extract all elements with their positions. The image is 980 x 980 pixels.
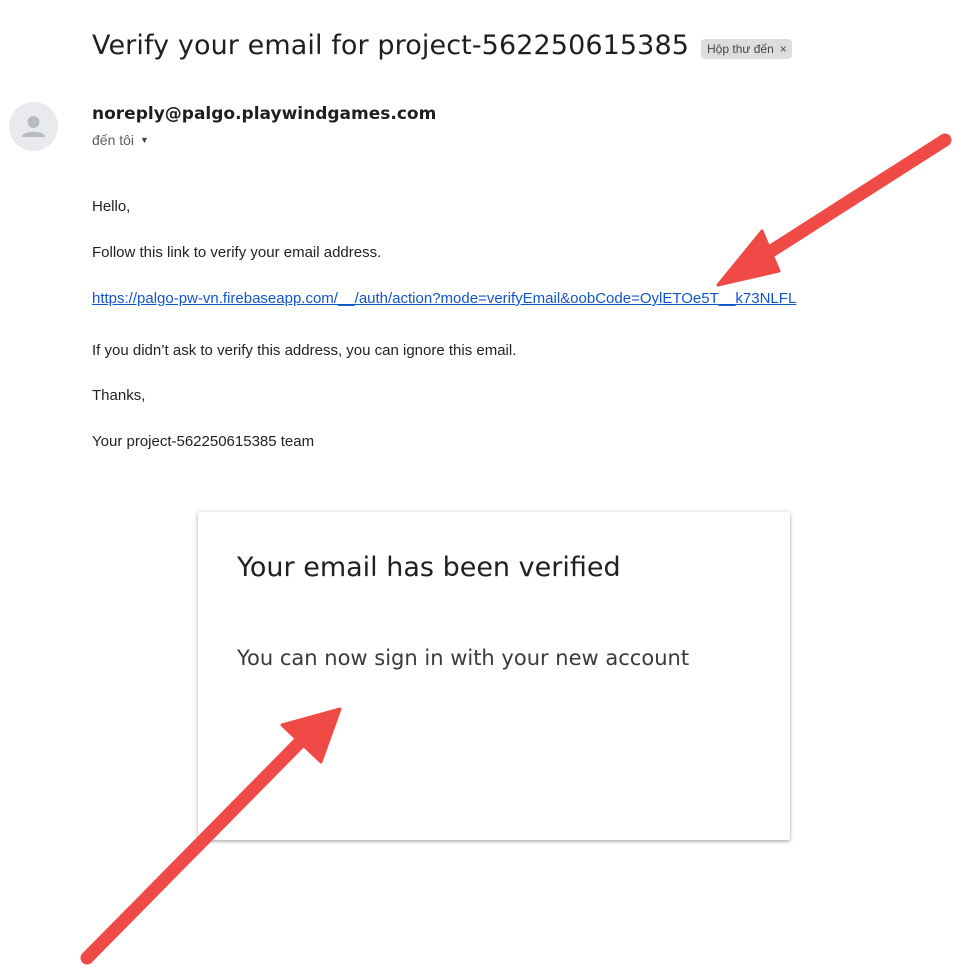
instruction-text: Follow this link to verify your email ad… bbox=[92, 244, 382, 261]
ignore-note-text: If you didn’t ask to verify this address… bbox=[92, 342, 517, 359]
arrow-icon bbox=[716, 133, 952, 287]
recipient-details-toggle[interactable]: đến tôi ▼ bbox=[92, 132, 436, 148]
verification-success-card: Your email has been verified You can now… bbox=[198, 512, 790, 840]
signature-text: Your project-562250615385 team bbox=[92, 433, 315, 450]
recipient-text: đến tôi bbox=[92, 132, 135, 148]
inbox-label-text: Hộp thư đến bbox=[707, 41, 774, 56]
remove-label-icon[interactable]: × bbox=[780, 42, 787, 56]
thanks-text: Thanks, bbox=[92, 387, 146, 404]
caret-down-icon: ▼ bbox=[140, 135, 149, 145]
sender-email[interactable]: noreply@palgo.playwindgames.com bbox=[92, 104, 436, 124]
card-title: Your email has been verified bbox=[237, 552, 621, 583]
card-message: You can now sign in with your new accoun… bbox=[237, 646, 690, 670]
person-icon bbox=[22, 116, 45, 137]
verification-link[interactable]: https://palgo-pw-vn.firebaseapp.com/__/a… bbox=[92, 290, 796, 307]
email-subject-row: Verify your email for project-5622506153… bbox=[92, 30, 792, 61]
sender-block: noreply@palgo.playwindgames.com đến tôi … bbox=[92, 104, 436, 148]
inbox-label-chip[interactable]: Hộp thư đến × bbox=[701, 38, 792, 59]
email-subject: Verify your email for project-5622506153… bbox=[92, 30, 690, 61]
sender-avatar[interactable] bbox=[9, 102, 58, 151]
greeting-text: Hello, bbox=[92, 198, 131, 215]
